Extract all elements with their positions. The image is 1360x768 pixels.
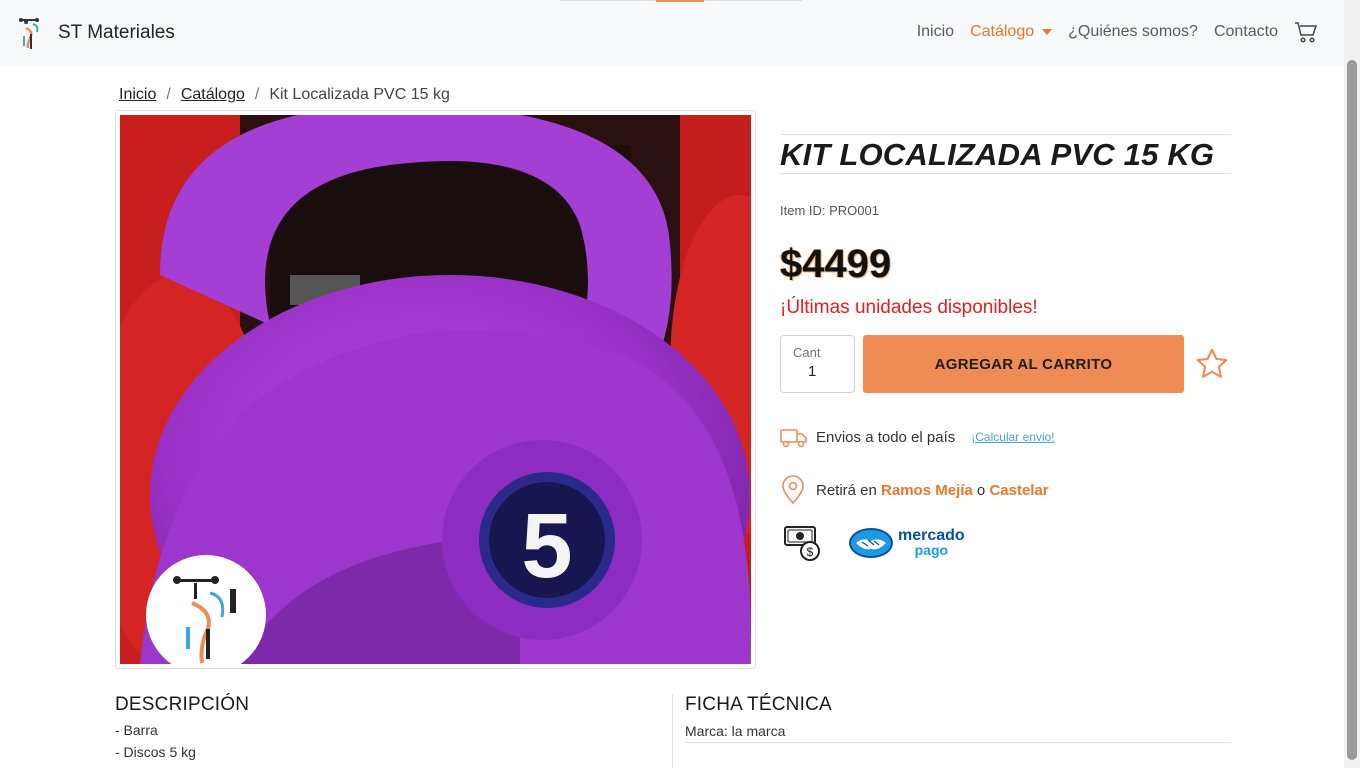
location-pin-icon (782, 475, 804, 505)
payment-methods: $ mercado pago (780, 523, 1231, 563)
scrollbar-thumb[interactable] (1347, 60, 1357, 760)
quantity-label: Cant (793, 345, 821, 360)
cash-icon: $ (784, 526, 820, 561)
shipping-text: Envios a todo el país (816, 428, 956, 446)
product-info: KIT LOCALIZADA PVC 15 KG Item ID: PRO001… (780, 134, 1231, 563)
svg-text:$: $ (807, 545, 814, 559)
mercado-pago-logo: mercado pago (848, 527, 965, 559)
page-scrollbar[interactable] (1344, 0, 1360, 768)
pickup-prefix: Retirá en (816, 481, 877, 499)
nav-links: Inicio Catálogo ¿Quiénes somos? Contacto (901, 20, 1318, 44)
breadcrumb-inicio[interactable]: Inicio (119, 86, 156, 104)
ficha-tecnica-section: FICHA TÉCNICA Marca: la marca (685, 694, 1231, 743)
breadcrumb-catalogo[interactable]: Catálogo (181, 86, 245, 104)
description-title: DESCRIPCIÓN (115, 694, 250, 715)
pickup-connector: o (976, 481, 986, 499)
breadcrumb-current: Kit Localizada PVC 15 kg (269, 86, 450, 103)
nav-link-quienes-somos[interactable]: ¿Quiénes somos? (1068, 23, 1198, 41)
breadcrumb-separator: / (166, 86, 171, 103)
nav-link-inicio[interactable]: Inicio (917, 23, 954, 41)
navbar: ST Materiales Inicio Catálogo ¿Quiénes s… (0, 0, 1344, 66)
pickup-row: Retirá en Ramos Mejía o Castelar (780, 475, 1231, 505)
nav-link-catalogo-label: Catálogo (970, 23, 1035, 40)
brand-name: ST Materiales (58, 22, 175, 43)
truck-icon (780, 429, 807, 448)
item-id: Item ID: PRO001 (780, 203, 879, 218)
mercado-pago-line2: pago (914, 542, 949, 558)
product-title: KIT LOCALIZADA PVC 15 KG (780, 137, 1215, 172)
ficha-title: FICHA TÉCNICA (685, 694, 832, 715)
nav-link-catalogo[interactable]: Catálogo (970, 23, 1053, 41)
product-image-frame: 5 (115, 110, 756, 669)
mercado-pago-icon (849, 528, 893, 558)
breadcrumb-separator: / (254, 86, 260, 103)
add-to-cart-button[interactable]: AGREGAR AL CARRITO (863, 335, 1184, 393)
buy-row: Cant 1 AGREGAR AL CARRITO (780, 335, 1231, 393)
brand-logo-icon (19, 18, 39, 49)
breadcrumb: Inicio / Catálogo / Kit Localizada PVC 1… (119, 86, 450, 104)
stock-message: ¡Últimas unidades disponibles! (780, 297, 1038, 318)
calculate-shipping-link[interactable]: ¡Calcular envio! (971, 430, 1054, 444)
nav-link-contacto[interactable]: Contacto (1214, 23, 1278, 41)
brand-link[interactable]: ST Materiales (18, 16, 175, 50)
quantity-value: 1 (808, 363, 817, 380)
product-image[interactable]: 5 (120, 115, 751, 664)
pickup-place-castelar: Castelar (989, 481, 1049, 499)
cart-icon[interactable] (1294, 20, 1318, 44)
shipping-row: Envios a todo el país ¡Calcular envio! (780, 425, 1231, 449)
top-strip-accent (656, 0, 704, 2)
description-line: - Discos 5 kg (115, 744, 196, 760)
section-divider (672, 694, 673, 768)
pickup-place-ramos-mejia: Ramos Mejía (881, 481, 973, 499)
quantity-input[interactable]: Cant 1 (780, 335, 855, 393)
mercado-pago-text: mercado pago (898, 528, 965, 558)
kettlebell-number: 5 (521, 495, 572, 597)
caret-down-icon (1042, 29, 1053, 35)
description-line: - Barra (115, 722, 158, 738)
description-section: DESCRIPCIÓN - Barra - Discos 5 kg (115, 694, 655, 760)
ficha-row: Marca: la marca (685, 723, 1231, 743)
product-price: $4499 (780, 242, 892, 286)
star-icon[interactable] (1194, 346, 1230, 382)
product-title-box: KIT LOCALIZADA PVC 15 KG (780, 134, 1231, 174)
